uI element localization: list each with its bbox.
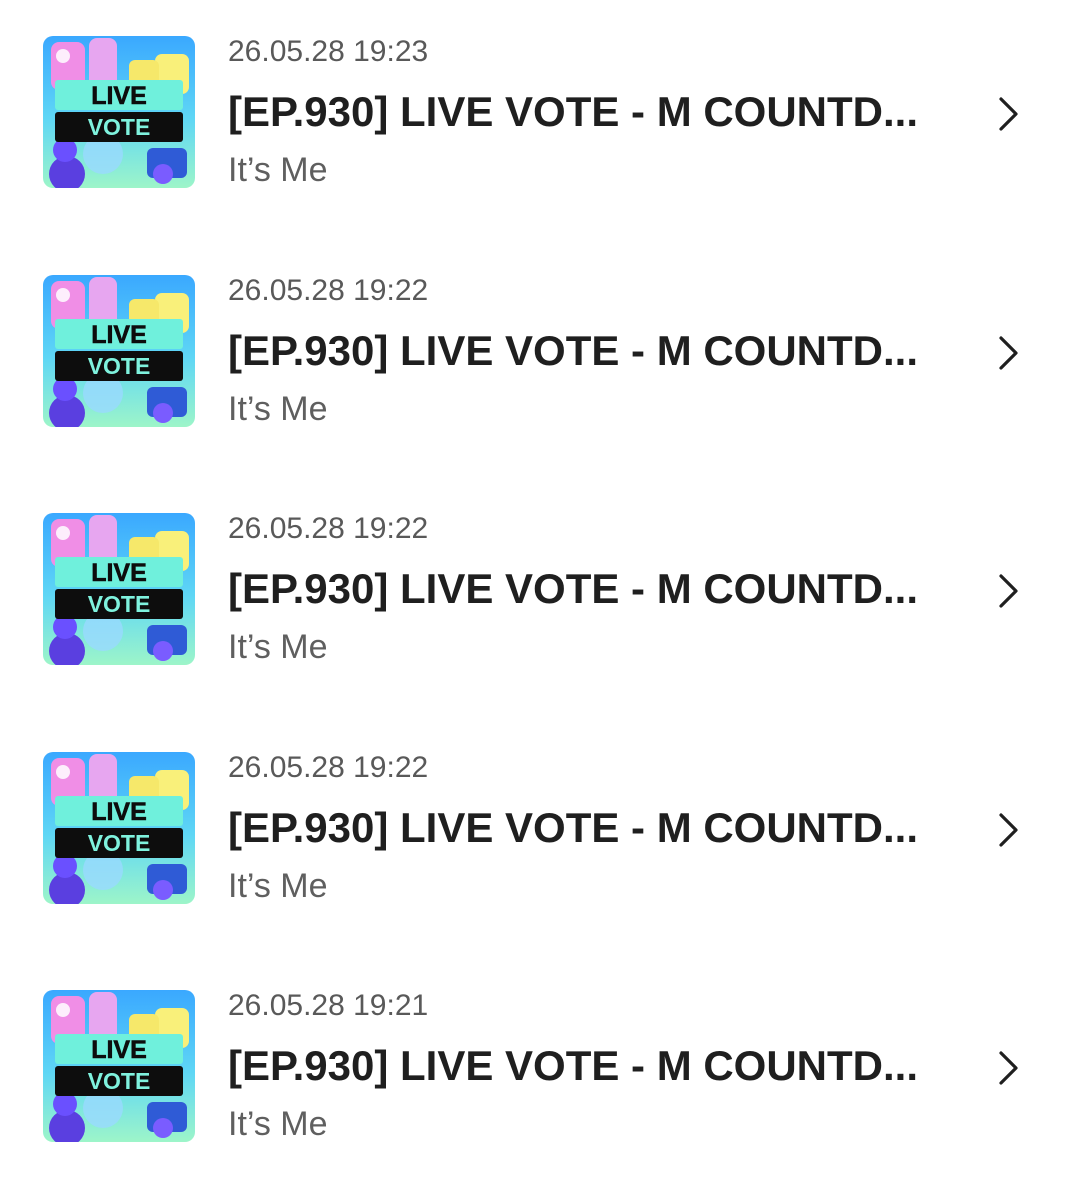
vote-timestamp: 26.05.28 19:22 bbox=[228, 751, 429, 784]
thumb-line2: VOTE bbox=[88, 353, 151, 379]
thumb-line2: VOTE bbox=[88, 591, 151, 617]
artist-name: It’s Me bbox=[228, 151, 328, 189]
chevron-right-icon[interactable] bbox=[996, 812, 1020, 848]
live-vote-thumbnail: LIVE VOTE bbox=[43, 36, 195, 188]
chevron-right-icon[interactable] bbox=[996, 96, 1020, 132]
chevron-right-icon[interactable] bbox=[996, 573, 1020, 609]
thumb-line2: VOTE bbox=[88, 1068, 151, 1094]
thumb-line1: LIVE bbox=[91, 1036, 147, 1064]
item-title: [EP.930] LIVE VOTE - M COUNTD... bbox=[228, 1042, 919, 1089]
vote-history-list: LIVE VOTE 26.05.28 19:23 [EP.930] LIVE V… bbox=[0, 0, 1089, 1200]
chevron-right-icon[interactable] bbox=[996, 335, 1020, 371]
list-item[interactable]: LIVE VOTE 26.05.28 19:23 [EP.930] LIVE V… bbox=[0, 0, 1089, 200]
thumb-line1: LIVE bbox=[91, 321, 147, 349]
thumb-line1: LIVE bbox=[91, 559, 147, 587]
list-item[interactable]: LIVE VOTE 26.05.28 19:22 [EP.930] LIVE V… bbox=[0, 716, 1089, 916]
list-item[interactable]: LIVE VOTE 26.05.28 19:22 [EP.930] LIVE V… bbox=[0, 477, 1089, 677]
item-title: [EP.930] LIVE VOTE - M COUNTD... bbox=[228, 327, 919, 374]
artist-name: It’s Me bbox=[228, 390, 328, 428]
item-title: [EP.930] LIVE VOTE - M COUNTD... bbox=[228, 565, 919, 612]
thumb-line2: VOTE bbox=[88, 830, 151, 856]
artist-name: It’s Me bbox=[228, 867, 328, 905]
list-item[interactable]: LIVE VOTE 26.05.28 19:21 [EP.930] LIVE V… bbox=[0, 954, 1089, 1154]
live-vote-thumbnail: LIVE VOTE bbox=[43, 275, 195, 427]
item-title: [EP.930] LIVE VOTE - M COUNTD... bbox=[228, 88, 919, 135]
live-vote-thumbnail: LIVE VOTE bbox=[43, 752, 195, 904]
artist-name: It’s Me bbox=[228, 1105, 328, 1143]
thumb-line1: LIVE bbox=[91, 82, 147, 110]
item-title: [EP.930] LIVE VOTE - M COUNTD... bbox=[228, 804, 919, 851]
live-vote-thumbnail: LIVE VOTE bbox=[43, 990, 195, 1142]
vote-timestamp: 26.05.28 19:22 bbox=[228, 274, 429, 307]
artist-name: It’s Me bbox=[228, 628, 328, 666]
vote-timestamp: 26.05.28 19:22 bbox=[228, 512, 429, 545]
thumb-line1: LIVE bbox=[91, 798, 147, 826]
chevron-right-icon[interactable] bbox=[996, 1050, 1020, 1086]
thumb-line2: VOTE bbox=[88, 114, 151, 140]
vote-timestamp: 26.05.28 19:23 bbox=[228, 35, 429, 68]
list-item[interactable]: LIVE VOTE 26.05.28 19:22 [EP.930] LIVE V… bbox=[0, 239, 1089, 439]
live-vote-thumbnail: LIVE VOTE bbox=[43, 513, 195, 665]
vote-timestamp: 26.05.28 19:21 bbox=[228, 989, 429, 1022]
